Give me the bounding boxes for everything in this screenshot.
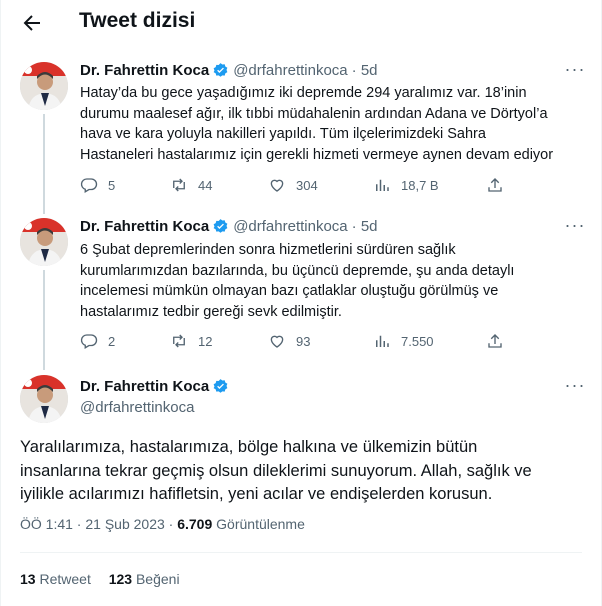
author-name[interactable]: Dr. Fahrettin Koca (80, 218, 209, 235)
retweet-button[interactable]: 44 (170, 176, 212, 194)
author-handle[interactable]: @drfahrettinkoca (233, 62, 347, 79)
tweet-actions: 5 44 304 18,7 B (80, 176, 550, 196)
tweet-timestamp[interactable]: ÖÖ 1:41 · 21 Şub 2023 · (20, 516, 173, 532)
retweet-icon (173, 334, 185, 348)
avatar[interactable] (20, 62, 68, 110)
views-label: Görüntülenme (216, 516, 305, 532)
more-options-icon[interactable]: ··· (564, 60, 586, 80)
reply-count: 2 (108, 333, 116, 349)
reply-icon (80, 178, 98, 193)
header: Tweet dizisi (0, 0, 602, 46)
views-button[interactable]: 18,7 B (373, 176, 439, 194)
views-button[interactable]: 7.550 (373, 332, 434, 350)
views-count: 18,7 B (401, 177, 439, 193)
verified-badge-icon (213, 379, 228, 393)
heart-icon (270, 335, 284, 348)
reply-icon (80, 334, 98, 349)
verified-badge-icon (213, 63, 228, 77)
reply-button[interactable]: 5 (80, 176, 115, 194)
reply-count: 5 (108, 177, 116, 193)
more-options-icon[interactable]: ··· (564, 216, 586, 236)
page-title: Tweet dizisi (79, 9, 196, 32)
share-icon (488, 334, 502, 348)
retweet-stat[interactable]: 13 Retweet (20, 571, 91, 587)
engagement-stats: 13 Retweet 123 Beğeni (20, 571, 180, 587)
author-name[interactable]: Dr. Fahrettin Koca (80, 378, 209, 395)
tweet-meta: ÖÖ 1:41 · 21 Şub 2023 · 6.709 Görüntülen… (20, 516, 305, 532)
like-stat[interactable]: 123 Beğeni (109, 571, 180, 587)
thread-connector (43, 270, 45, 370)
views-chart-icon (376, 179, 389, 191)
tweet-time[interactable]: · 5d (352, 62, 378, 79)
views-count: 6.709 (177, 516, 213, 532)
retweet-count: 44 (198, 177, 213, 193)
retweet-count: 12 (198, 333, 213, 349)
tweet-text: 6 Şubat depremlerinden sonra hizmetlerin… (80, 242, 515, 320)
retweet-icon (173, 178, 185, 192)
retweet-button[interactable]: 12 (170, 332, 212, 350)
tweet-text: Hatay’da bu gece yaşadığımız iki depremd… (80, 85, 554, 163)
more-options-icon[interactable]: ··· (564, 376, 586, 396)
like-count: 304 (296, 177, 318, 193)
like-button[interactable]: 304 (268, 176, 318, 194)
left-border (0, 0, 1, 606)
author-name[interactable]: Dr. Fahrettin Koca (80, 62, 209, 79)
verified-badge-icon (213, 219, 228, 233)
avatar[interactable] (20, 218, 68, 266)
share-button[interactable] (486, 176, 514, 194)
author-handle[interactable]: @drfahrettinkoca (233, 218, 347, 235)
views-chart-icon (376, 335, 389, 347)
like-count: 93 (296, 333, 311, 349)
tweet-actions: 2 12 93 7.550 (80, 332, 550, 352)
divider (20, 552, 582, 553)
thread-connector (43, 114, 45, 214)
tweet-time[interactable]: · 5d (352, 218, 378, 235)
heart-icon (270, 179, 284, 192)
reply-button[interactable]: 2 (80, 332, 115, 350)
author-handle[interactable]: @drfahrettinkoca (80, 399, 194, 416)
views-count: 7.550 (401, 333, 434, 349)
like-button[interactable]: 93 (268, 332, 310, 350)
share-icon (488, 178, 502, 192)
share-button[interactable] (486, 332, 514, 350)
tweet-text: Yaralılarımıza, hastalarımıza, bölge hal… (20, 438, 532, 503)
avatar[interactable] (20, 375, 68, 423)
arrow-left-icon[interactable] (20, 11, 44, 35)
